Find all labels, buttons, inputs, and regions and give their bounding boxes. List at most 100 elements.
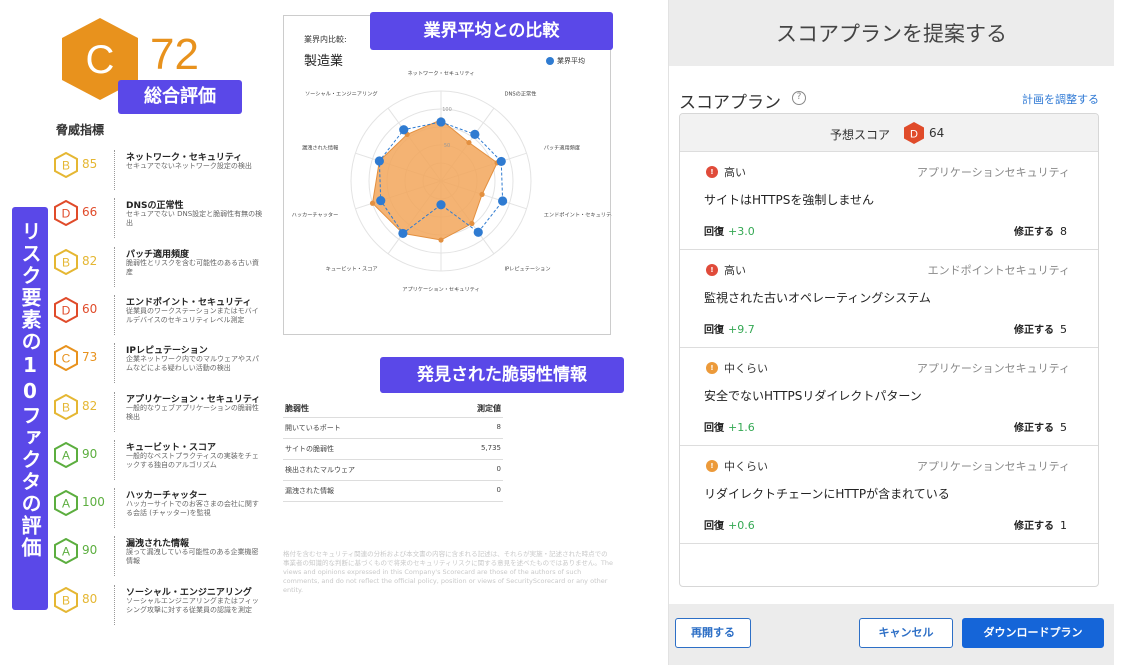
factor-score: 60 <box>82 301 98 316</box>
industry-comparison-tag: 業界平均との比較 <box>370 12 613 50</box>
tick-label: 50 <box>444 143 450 149</box>
tick-label: 100 <box>442 107 452 113</box>
factor-grade-letter: B <box>62 255 70 269</box>
table-row: 漏洩された情報 0 <box>283 481 503 502</box>
divider <box>114 439 115 480</box>
issue-category: アプリケーションセキュリティ <box>916 362 1070 375</box>
axis-label: アプリケーション・セキュリティ <box>402 286 479 293</box>
severity-label: 中くらい <box>724 460 768 473</box>
severity-label: 高い <box>724 264 746 277</box>
vulnerability-name: 開いているポート <box>285 424 341 432</box>
factor-row: B 80 ソーシャル・エンジニアリング ソーシャルエンジニアリングまたはフィッシング攻… <box>54 584 264 625</box>
industry-average-point <box>398 228 408 239</box>
overall-grade-letter: C <box>86 38 115 82</box>
column-header-vulnerability: 脆弱性 <box>285 404 309 413</box>
divider <box>114 488 115 529</box>
fix-count: 修正する 5 <box>1014 321 1067 336</box>
recovery: 回復 +1.6 <box>704 419 755 434</box>
issue-category: エンドポイントセキュリティ <box>927 264 1070 277</box>
factor-row: B 85 ネットワーク・セキュリティ セキュアでないネットワーク設定の検出 <box>54 150 264 190</box>
vulnerability-value: 8 <box>496 423 501 431</box>
fix-count: 修正する 8 <box>1014 223 1067 238</box>
vulnerability-table: 脆弱性 測定値 開いているポート 8 サイトの脆弱性 5,735 検出されたマルウェア 0… <box>283 400 503 502</box>
industry-average-point <box>496 156 506 167</box>
factor-description: セキュアでない DNS設定と脆弱性有無の検出 <box>126 210 263 228</box>
grade-hexagon-icon: B <box>54 248 78 275</box>
factor-grade-letter: A <box>62 497 70 511</box>
fix-label: 修正する <box>1014 423 1054 434</box>
fix-count-value: 1 <box>1060 519 1067 532</box>
fix-count: 修正する 1 <box>1014 517 1067 532</box>
company-score-point <box>469 220 475 227</box>
vulnerability-value: 0 <box>496 486 501 494</box>
recovery: 回復 +3.0 <box>704 223 755 238</box>
dialog-footer: 再開する キャンセル ダウンロードプラン <box>669 604 1114 665</box>
factor-row: D 60 エンドポイント・セキュリティ 従業員のワークステーションまたはモバイルデバイ… <box>54 294 264 335</box>
divider <box>114 294 115 335</box>
fix-count-value: 8 <box>1060 225 1067 238</box>
download-plan-button[interactable]: ダウンロードプラン <box>962 618 1104 648</box>
factor-row: A 90 キュービット・スコア 一般的なベストプラクティスの実装をチェックする独自のア… <box>54 439 264 480</box>
factor-description: 脆弱性とリスクを含む可能性のある古い資産 <box>126 258 259 276</box>
recovery: 回復 +0.6 <box>704 517 755 532</box>
overall-score: 72 <box>150 30 199 79</box>
issue-title: リダイレクトチェーンにHTTPが含まれている <box>704 487 950 501</box>
factor-score: 100 <box>82 495 105 510</box>
issue-item[interactable]: ! 高い エンドポイントセキュリティ 監視された古いオペレーティングシステム 回復 +9.… <box>680 250 1098 348</box>
fix-count: 修正する 5 <box>1014 419 1067 434</box>
company-score-point <box>369 200 376 206</box>
company-score-point <box>479 191 485 197</box>
divider <box>114 150 115 190</box>
factor-description: 一般的なウェブアプリケーションの脆弱性検出 <box>126 403 259 421</box>
severity-label: 中くらい <box>724 362 768 375</box>
threat-indicators-title: 脅威指標 <box>56 123 105 137</box>
predicted-grade-letter: D <box>910 129 918 141</box>
axis-label: ハッカーチャッター <box>292 210 339 218</box>
disclaimer-text: 格付を含むセキュリティ関連の分析および本文書の内容に含まれる記述は、それらが実施… <box>283 550 613 594</box>
industry-average-point <box>470 129 480 140</box>
vulnerability-name: 検出されたマルウェア <box>285 466 355 474</box>
adjust-plan-link[interactable]: 計画を調整する <box>1022 91 1099 107</box>
factor-row: A 90 漏洩された情報 誤って漏洩している可能性のある企業機密情報 <box>54 536 264 577</box>
grade-hexagon-icon: A <box>54 441 78 468</box>
axis-label: IPレピュテーション <box>504 265 550 272</box>
severity-medium-icon: ! <box>706 460 718 472</box>
factor-row: B 82 アプリケーション・セキュリティ 一般的なウェブアプリケーションの脆弱性検出 <box>54 391 264 432</box>
score-plan-dialog: スコアプランを提案する スコアプラン ? 計画を調整する 予想スコア D 64 … <box>668 0 1114 665</box>
factor-grade-letter: D <box>62 207 71 221</box>
dialog-title: スコアプランを提案する <box>776 22 1007 46</box>
factor-grade-letter: A <box>62 448 70 462</box>
issue-item[interactable]: ! 高い アプリケーションセキュリティ サイトはHTTPSを強制しません 回復 +3.0 修… <box>680 152 1098 250</box>
industry-average-point <box>399 125 409 135</box>
issue-item[interactable]: ! 中くらい アプリケーションセキュリティ リダイレクトチェーンにHTTPが含まれてい… <box>680 446 1098 544</box>
company-score-point <box>466 139 472 146</box>
factor-description: 誤って漏洩している可能性のある企業機密情報 <box>126 548 259 566</box>
factor-description: ハッカーサイトでのお客さまの会社に関する会話 (チャッター)を監視 <box>126 500 259 518</box>
vulnerabilities-tag: 発見された脆弱性情報 <box>380 357 624 393</box>
score-plan-title: スコアプラン <box>679 93 781 113</box>
cancel-button[interactable]: キャンセル <box>859 618 953 648</box>
grade-hexagon-icon: B <box>54 586 78 613</box>
factor-grade-letter: B <box>62 400 70 414</box>
axis-label: 漏洩された情報 <box>302 144 339 152</box>
factor-grade-letter: C <box>62 352 71 366</box>
factor-score: 90 <box>82 543 98 558</box>
severity-label: 高い <box>724 166 746 179</box>
help-icon[interactable]: ? <box>792 91 806 105</box>
axis-label: ネットワーク・セキュリティ <box>407 70 474 77</box>
factor-description: 一般的なベストプラクティスの実装をチェックする独自のアルゴリズム <box>126 451 259 469</box>
divider <box>114 584 115 625</box>
issue-item[interactable]: ! 中くらい アプリケーションセキュリティ 安全でないHTTPSリダイレクトパターン回… <box>680 348 1098 446</box>
grade-hexagon-icon: A <box>54 538 78 565</box>
recovery-label: 回復 <box>704 423 724 434</box>
recovery-label: 回復 <box>704 325 724 336</box>
factor-score: 82 <box>82 398 98 413</box>
predicted-score-bar: 予想スコア D 64 <box>680 114 1098 152</box>
severity-high-icon: ! <box>706 264 718 276</box>
axis-label: キュービット・スコア <box>326 264 378 272</box>
divider <box>114 246 115 287</box>
axis-label: エンドポイント・セキュリティ <box>544 210 612 218</box>
reopen-button[interactable]: 再開する <box>675 618 751 648</box>
predicted-score-label: 予想スコア <box>830 128 891 142</box>
factor-grade-letter: B <box>62 159 70 173</box>
